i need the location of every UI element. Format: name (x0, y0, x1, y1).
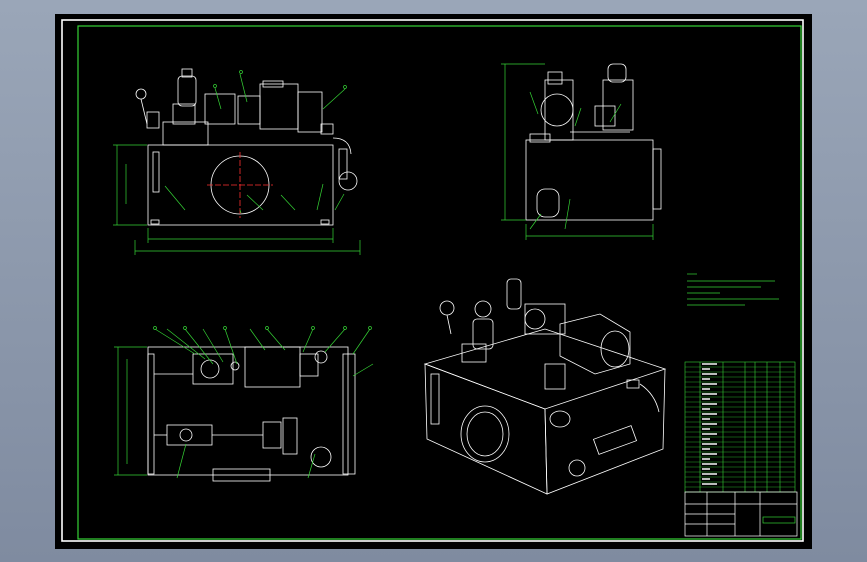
parts-list-row-name (702, 448, 710, 450)
parts-list-row-name (702, 403, 717, 405)
parts-list-row-name (702, 378, 710, 380)
parts-list-row-name (702, 373, 717, 375)
parts-list-row-name (702, 468, 710, 470)
parts-list-row-name (702, 438, 710, 440)
parts-list-row-name (702, 363, 717, 365)
parts-list-row-name (702, 453, 717, 455)
parts-list-row-name (702, 393, 717, 395)
parts-list-row-name (702, 428, 710, 430)
parts-list-row-name (702, 443, 717, 445)
side-view-dimensions (501, 63, 654, 240)
parts-list-row-name (702, 383, 717, 385)
parts-list-row-name (702, 433, 717, 435)
plan-view-dimensions (114, 326, 374, 479)
plan-view (147, 346, 356, 482)
technical-notes (687, 273, 779, 306)
parts-list-text (702, 363, 717, 485)
parts-list-row-name (702, 418, 710, 420)
parts-list-rows (685, 366, 795, 488)
front-view (135, 68, 358, 226)
parts-list-row-name (702, 473, 717, 475)
parts-list-row-name (702, 463, 717, 465)
parts-list-row-name (702, 423, 717, 425)
sheet-frame-outer (61, 19, 804, 542)
parts-list-row-name (702, 483, 717, 485)
cad-drawing-viewport[interactable] (55, 14, 812, 549)
parts-list-row-name (702, 398, 710, 400)
parts-list-row-name (702, 368, 710, 370)
side-view (525, 63, 662, 221)
title-block (684, 491, 798, 537)
parts-list-row-name (702, 413, 717, 415)
drawing-sheet (61, 19, 804, 542)
parts-list-row-name (702, 408, 710, 410)
side-view-tank (525, 139, 654, 221)
parts-list-row-name (702, 458, 710, 460)
parts-list-row-name (702, 388, 710, 390)
isometric-view (423, 278, 667, 495)
front-view-dimensions (113, 70, 361, 255)
parts-list-row-name (702, 478, 710, 480)
